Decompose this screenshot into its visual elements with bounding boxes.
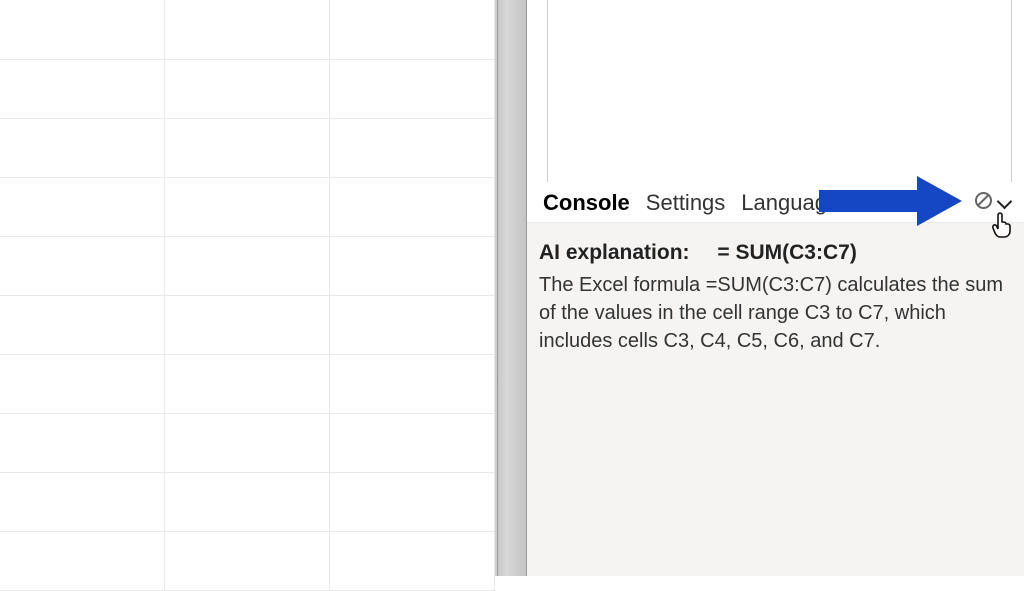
cell[interactable] [330,59,495,118]
cell[interactable] [330,354,495,413]
cell[interactable] [0,0,165,59]
chevron-down-icon[interactable] [996,196,1012,206]
cell[interactable] [0,413,165,472]
cell[interactable] [330,177,495,236]
cell[interactable] [0,236,165,295]
annotation-arrow [819,180,964,220]
explanation-body: The Excel formula =SUM(C3:C7) calculates… [539,271,1012,355]
cell[interactable] [330,413,495,472]
cell[interactable] [330,295,495,354]
tab-console[interactable]: Console [535,188,638,218]
explanation-label: AI explanation: [539,241,690,264]
cell[interactable] [0,295,165,354]
cell[interactable] [165,531,330,590]
block-icon[interactable] [975,192,992,209]
cell[interactable] [165,236,330,295]
cursor-hand-icon [990,212,1014,245]
cell[interactable] [0,472,165,531]
cell[interactable] [165,295,330,354]
cell[interactable] [0,354,165,413]
panel-action-icons [975,192,1012,209]
app-root: Console Settings Language AI explanation… [0,0,1024,576]
cell[interactable] [165,354,330,413]
tab-settings[interactable]: Settings [638,188,734,218]
cell[interactable] [330,0,495,59]
cell[interactable] [330,472,495,531]
cell[interactable] [330,118,495,177]
cell[interactable] [330,236,495,295]
side-panel: Console Settings Language AI explanation… [527,0,1024,576]
panel-upper-area [547,0,1012,182]
cell[interactable] [0,531,165,590]
vertical-scrollbar[interactable] [497,0,527,576]
spreadsheet-pane [0,0,497,576]
cell[interactable] [330,531,495,590]
formula-text: = SUM(C3:C7) [717,241,856,264]
cell[interactable] [165,59,330,118]
cell[interactable] [165,177,330,236]
cell[interactable] [165,118,330,177]
spreadsheet-grid[interactable] [0,0,495,591]
cell[interactable] [0,177,165,236]
cell[interactable] [165,0,330,59]
cell[interactable] [165,413,330,472]
cell[interactable] [0,59,165,118]
cell[interactable] [0,118,165,177]
explanation-header: AI explanation: = SUM(C3:C7) [539,241,1012,265]
console-content: AI explanation: = SUM(C3:C7) The Excel f… [527,222,1024,576]
cell[interactable] [165,472,330,531]
